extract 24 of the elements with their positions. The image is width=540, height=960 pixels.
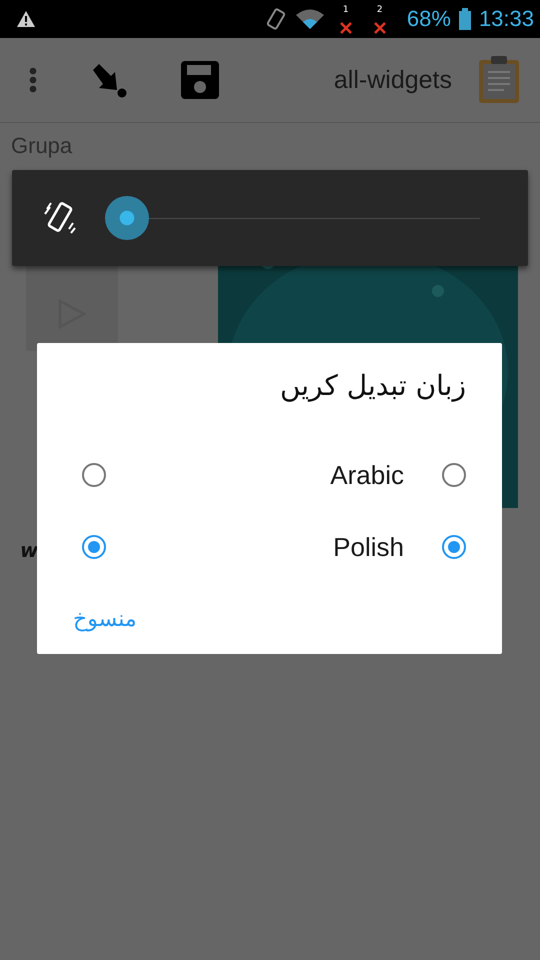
- sim-number: 1: [342, 5, 349, 15]
- group-label: Grupa: [10, 132, 74, 159]
- warning-icon: [16, 10, 36, 28]
- option-label[interactable]: Polish: [333, 532, 404, 562]
- radio-button[interactable]: [82, 535, 106, 559]
- sim-number: 2: [376, 5, 383, 15]
- vibrate-icon: [264, 7, 287, 31]
- app-title: all-widgets: [334, 66, 452, 94]
- option-label[interactable]: Arabic: [330, 460, 404, 490]
- save-icon[interactable]: [181, 61, 219, 99]
- dialog-title: زبان تبدیل کریں: [278, 369, 466, 404]
- partial-label: w: [20, 538, 38, 562]
- wifi-icon: [294, 8, 325, 30]
- no-signal-icon: [374, 22, 386, 34]
- battery-icon: [458, 8, 471, 30]
- no-signal-icon: [340, 22, 352, 34]
- clock: 13:33: [478, 6, 534, 32]
- radio-button[interactable]: [442, 535, 466, 559]
- overflow-menu-icon[interactable]: [29, 67, 37, 93]
- clipboard-icon[interactable]: [478, 56, 520, 104]
- radio-button[interactable]: [82, 463, 106, 487]
- radio-button[interactable]: [442, 463, 466, 487]
- battery-percent: 68%: [406, 6, 451, 32]
- slider-thumb[interactable]: [105, 196, 149, 240]
